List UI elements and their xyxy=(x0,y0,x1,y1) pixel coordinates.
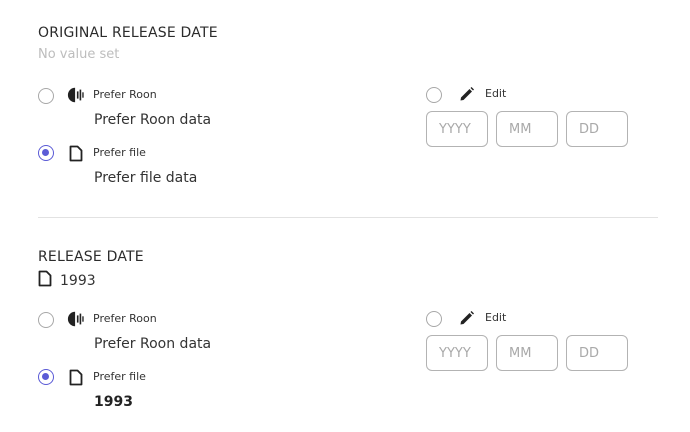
edit-radio[interactable] xyxy=(426,311,442,327)
day-input[interactable] xyxy=(566,335,628,371)
prefer-roon-label: Prefer Roon xyxy=(93,88,157,101)
roon-logo-icon xyxy=(67,310,85,328)
year-input[interactable] xyxy=(426,111,488,147)
prefer-file-data: Prefer file data xyxy=(94,170,198,186)
file-icon xyxy=(67,368,85,386)
month-input[interactable] xyxy=(496,335,558,371)
prefer-roon-label: Prefer Roon xyxy=(93,312,157,325)
current-value-text: 1993 xyxy=(60,272,96,289)
prefer-file-data: 1993 xyxy=(94,394,133,410)
section-divider xyxy=(38,217,658,218)
edit-label: Edit xyxy=(485,311,507,324)
release-date-section: RELEASE DATE 1993 Prefer Roon Prefer Roo… xyxy=(0,224,690,432)
prefer-roon-radio[interactable] xyxy=(38,312,54,328)
month-input[interactable] xyxy=(496,111,558,147)
prefer-file-radio[interactable] xyxy=(38,145,54,161)
current-value: 1993 xyxy=(38,270,96,291)
year-input[interactable] xyxy=(426,335,488,371)
prefer-file-radio[interactable] xyxy=(38,369,54,385)
current-value: No value set xyxy=(38,47,120,62)
pencil-icon xyxy=(458,309,476,327)
prefer-roon-data: Prefer Roon data xyxy=(94,336,212,352)
edit-radio[interactable] xyxy=(426,87,442,103)
file-icon xyxy=(38,270,60,291)
prefer-file-label: Prefer file xyxy=(93,146,146,159)
section-title: RELEASE DATE xyxy=(38,249,144,265)
day-input[interactable] xyxy=(566,111,628,147)
pencil-icon xyxy=(458,85,476,103)
prefer-roon-radio[interactable] xyxy=(38,88,54,104)
edit-label: Edit xyxy=(485,87,507,100)
prefer-roon-data: Prefer Roon data xyxy=(94,112,212,128)
prefer-file-label: Prefer file xyxy=(93,370,146,383)
original-release-date-section: ORIGINAL RELEASE DATE No value set Prefe… xyxy=(0,0,690,216)
roon-logo-icon xyxy=(67,86,85,104)
file-icon xyxy=(67,144,85,162)
section-title: ORIGINAL RELEASE DATE xyxy=(38,25,218,41)
